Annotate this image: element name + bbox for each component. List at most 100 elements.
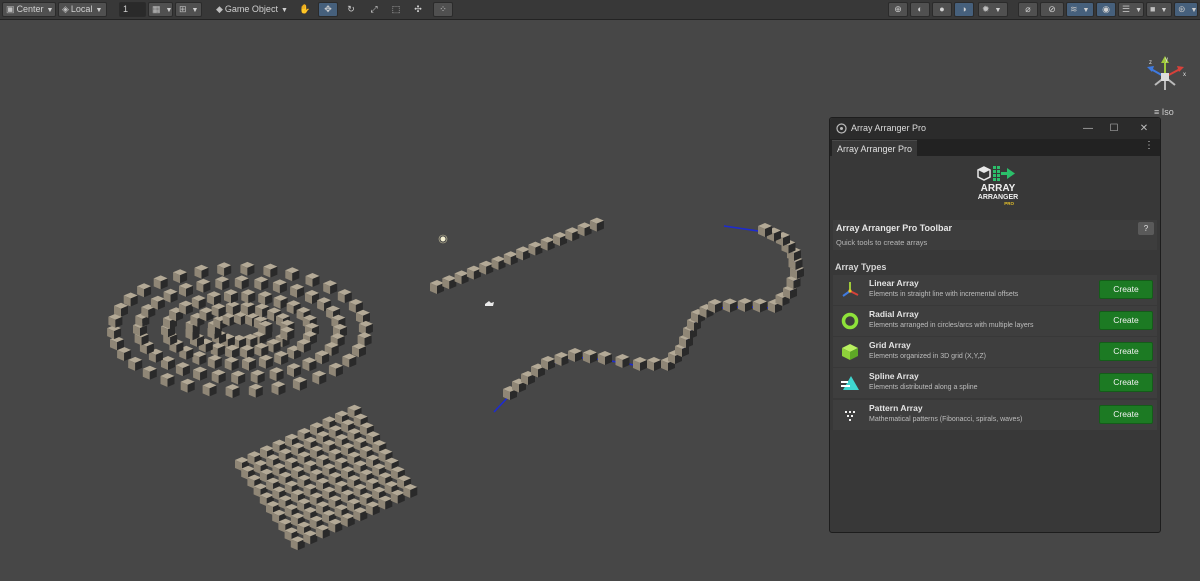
radial-array-cube[interactable] <box>137 283 152 298</box>
radial-array-cube[interactable] <box>241 289 256 304</box>
gizmos-dropdown[interactable]: ⊛ ▼ <box>1174 2 1198 17</box>
scene-visibility-button[interactable]: ◉ <box>1096 2 1116 17</box>
radial-array-cube[interactable] <box>258 320 273 335</box>
radial-array-cube[interactable] <box>342 353 357 368</box>
pivot-rotation-dropdown[interactable]: ◈ Local ▼ <box>58 2 107 17</box>
radial-array-cube[interactable] <box>285 267 300 282</box>
radial-array-cube[interactable] <box>207 291 222 306</box>
radial-array-cube[interactable] <box>287 363 301 378</box>
spline-array-cube[interactable] <box>583 349 597 364</box>
radial-array-cube[interactable] <box>202 382 217 397</box>
radial-array-cube[interactable] <box>240 301 255 316</box>
light-gizmo-icon[interactable] <box>438 234 448 244</box>
radial-array-cube[interactable] <box>255 303 270 318</box>
radial-array-cube[interactable] <box>179 282 193 297</box>
radial-array-cube[interactable] <box>224 289 238 304</box>
radial-array-cube[interactable] <box>215 276 230 291</box>
linear-array-cube[interactable] <box>577 222 592 237</box>
radial-array-cube[interactable] <box>254 276 269 291</box>
radial-array-cube[interactable] <box>211 369 226 384</box>
tab-menu-button[interactable]: ⋮ <box>1144 140 1154 151</box>
radial-array-cube[interactable] <box>280 326 295 341</box>
move-tool-button[interactable]: ✥ <box>318 2 338 17</box>
create-spline-array-button[interactable]: Create <box>1099 373 1153 392</box>
scale-tool-button[interactable]: ⤢ <box>365 2 383 17</box>
close-button[interactable]: ✕ <box>1136 121 1152 136</box>
radial-array-cube[interactable] <box>272 279 287 294</box>
orientation-gizmo[interactable]: y x z <box>1143 55 1187 97</box>
radial-array-cube[interactable] <box>153 275 168 290</box>
radial-array-cube[interactable] <box>191 295 206 310</box>
radial-array-cube[interactable] <box>173 269 188 284</box>
layers-dropdown[interactable]: ☰ ▼ <box>1118 2 1144 17</box>
linear-array-cube[interactable] <box>430 280 444 294</box>
radial-array-cube[interactable] <box>211 303 226 318</box>
minimize-button[interactable]: — <box>1080 121 1096 136</box>
radial-array-cube[interactable] <box>323 280 338 295</box>
radial-array-cube[interactable] <box>123 292 138 307</box>
radial-array-cube[interactable] <box>194 264 209 279</box>
render-mode-dropdown[interactable]: ✹ ▼ <box>978 2 1008 17</box>
radial-array-cube[interactable] <box>254 342 269 357</box>
spline-array-cube[interactable] <box>738 298 752 312</box>
create-linear-array-button[interactable]: Create <box>1099 280 1153 299</box>
radial-array-cube[interactable] <box>292 376 307 391</box>
radial-array-cube[interactable] <box>231 370 246 385</box>
radial-array-cube[interactable] <box>180 378 195 393</box>
view-mode-toggle[interactable]: ≡ Iso <box>1154 107 1174 117</box>
tab-array-arranger[interactable]: Array Arranger Pro <box>832 140 918 157</box>
grid-array-cube[interactable] <box>390 489 405 504</box>
spline-array-cube[interactable] <box>723 298 737 313</box>
radial-array-cube[interactable] <box>225 384 240 399</box>
grid-array-cube[interactable] <box>378 495 393 510</box>
radial-array-cube[interactable] <box>234 275 249 290</box>
radial-array-cube[interactable] <box>258 354 273 369</box>
create-radial-array-button[interactable]: Create <box>1099 311 1153 330</box>
radial-array-cube[interactable] <box>263 263 278 278</box>
linear-array-cube[interactable] <box>553 232 567 246</box>
maximize-button[interactable]: ☐ <box>1106 121 1122 136</box>
radial-array-cube[interactable] <box>225 301 240 316</box>
radial-array-cube[interactable] <box>207 354 222 369</box>
audio-toggle-button[interactable]: ⊘ <box>1040 2 1064 17</box>
linear-array-cube[interactable] <box>466 265 481 280</box>
radial-array-cube[interactable] <box>258 291 273 306</box>
pivot-mode-dropdown[interactable]: ▣ Center ▼ <box>2 2 56 17</box>
grid-array-cube[interactable] <box>403 484 418 498</box>
radial-array-cube[interactable] <box>114 302 128 317</box>
radial-array-cube[interactable] <box>160 373 175 387</box>
radial-array-cube[interactable] <box>273 294 288 309</box>
radial-array-cube[interactable] <box>274 350 289 365</box>
radial-array-cube[interactable] <box>163 288 178 303</box>
radial-array-cube[interactable] <box>290 283 305 298</box>
radial-array-cube[interactable] <box>210 342 225 357</box>
radial-array-cube[interactable] <box>240 344 255 359</box>
radial-array-cube[interactable] <box>217 262 232 277</box>
radial-array-cube[interactable] <box>192 351 207 366</box>
radial-array-cube[interactable] <box>248 383 263 398</box>
radial-array-cube[interactable] <box>196 278 211 293</box>
effects-dropdown[interactable]: ≋ ▼ <box>1066 2 1094 17</box>
radial-array-cube[interactable] <box>250 369 265 384</box>
radial-array-cube[interactable] <box>225 344 240 359</box>
shaded-mode-button[interactable]: ● <box>932 2 952 17</box>
spline-array-cube[interactable] <box>554 352 569 366</box>
linear-array-cube[interactable] <box>454 270 469 285</box>
linear-array-cube[interactable] <box>442 275 457 290</box>
radial-array-cube[interactable] <box>142 365 157 380</box>
radial-array-cube[interactable] <box>269 367 284 382</box>
spline-array-cube[interactable] <box>647 357 661 371</box>
radial-array-cube[interactable] <box>315 350 330 365</box>
grid-snap-value-field[interactable]: 1 <box>119 2 146 17</box>
radial-array-cube[interactable] <box>305 290 319 304</box>
help-button[interactable]: ? <box>1138 222 1154 235</box>
radial-array-cube[interactable] <box>266 338 281 353</box>
radial-array-cube[interactable] <box>161 356 175 370</box>
radial-array-cube[interactable] <box>150 295 165 310</box>
radial-array-cube[interactable] <box>271 381 286 396</box>
spline-array-cube[interactable] <box>633 357 647 371</box>
spline-array-cube[interactable] <box>598 351 612 365</box>
radial-array-cube[interactable] <box>352 343 366 358</box>
grid-array-cube[interactable] <box>365 501 380 516</box>
spline-array-cube[interactable] <box>753 298 767 313</box>
